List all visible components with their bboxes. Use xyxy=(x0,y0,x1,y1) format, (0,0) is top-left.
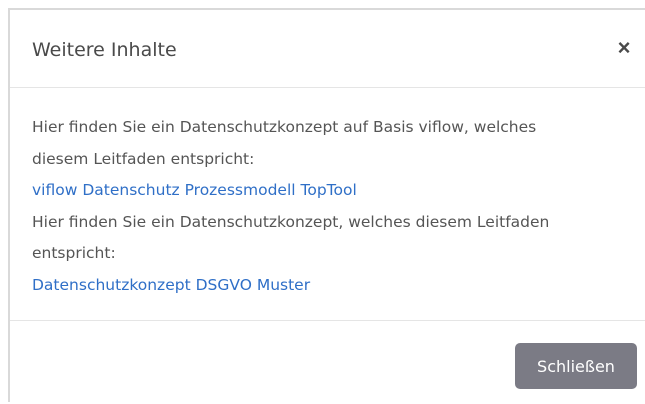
link-datenschutzkonzept-muster[interactable]: Datenschutzkonzept DSGVO Muster xyxy=(32,270,623,302)
schliessen-button[interactable]: Schließen xyxy=(515,343,637,389)
modal-header: Weitere Inhalte × xyxy=(10,10,645,88)
body-text-line: Hier finden Sie ein Datenschutzkonzept, … xyxy=(32,212,550,231)
modal-title: Weitere Inhalte xyxy=(32,39,177,61)
body-text-line: diesem Leitfaden entspricht: xyxy=(32,149,255,168)
close-button[interactable]: × xyxy=(611,34,637,62)
link-viflow-prozessmodell[interactable]: viflow Datenschutz Prozessmodell TopTool xyxy=(32,175,623,207)
body-text-line: entspricht: xyxy=(32,244,116,262)
body-text-line: Hier finden Sie ein Datenschutzkonzept a… xyxy=(32,118,537,136)
modal-body: Hier finden Sie ein Datenschutzkonzept a… xyxy=(10,88,645,321)
modal-dialog: Weitere Inhalte × Hier finden Sie ein Da… xyxy=(8,8,645,402)
close-icon: × xyxy=(617,35,631,60)
modal-footer: Schließen xyxy=(10,321,645,404)
